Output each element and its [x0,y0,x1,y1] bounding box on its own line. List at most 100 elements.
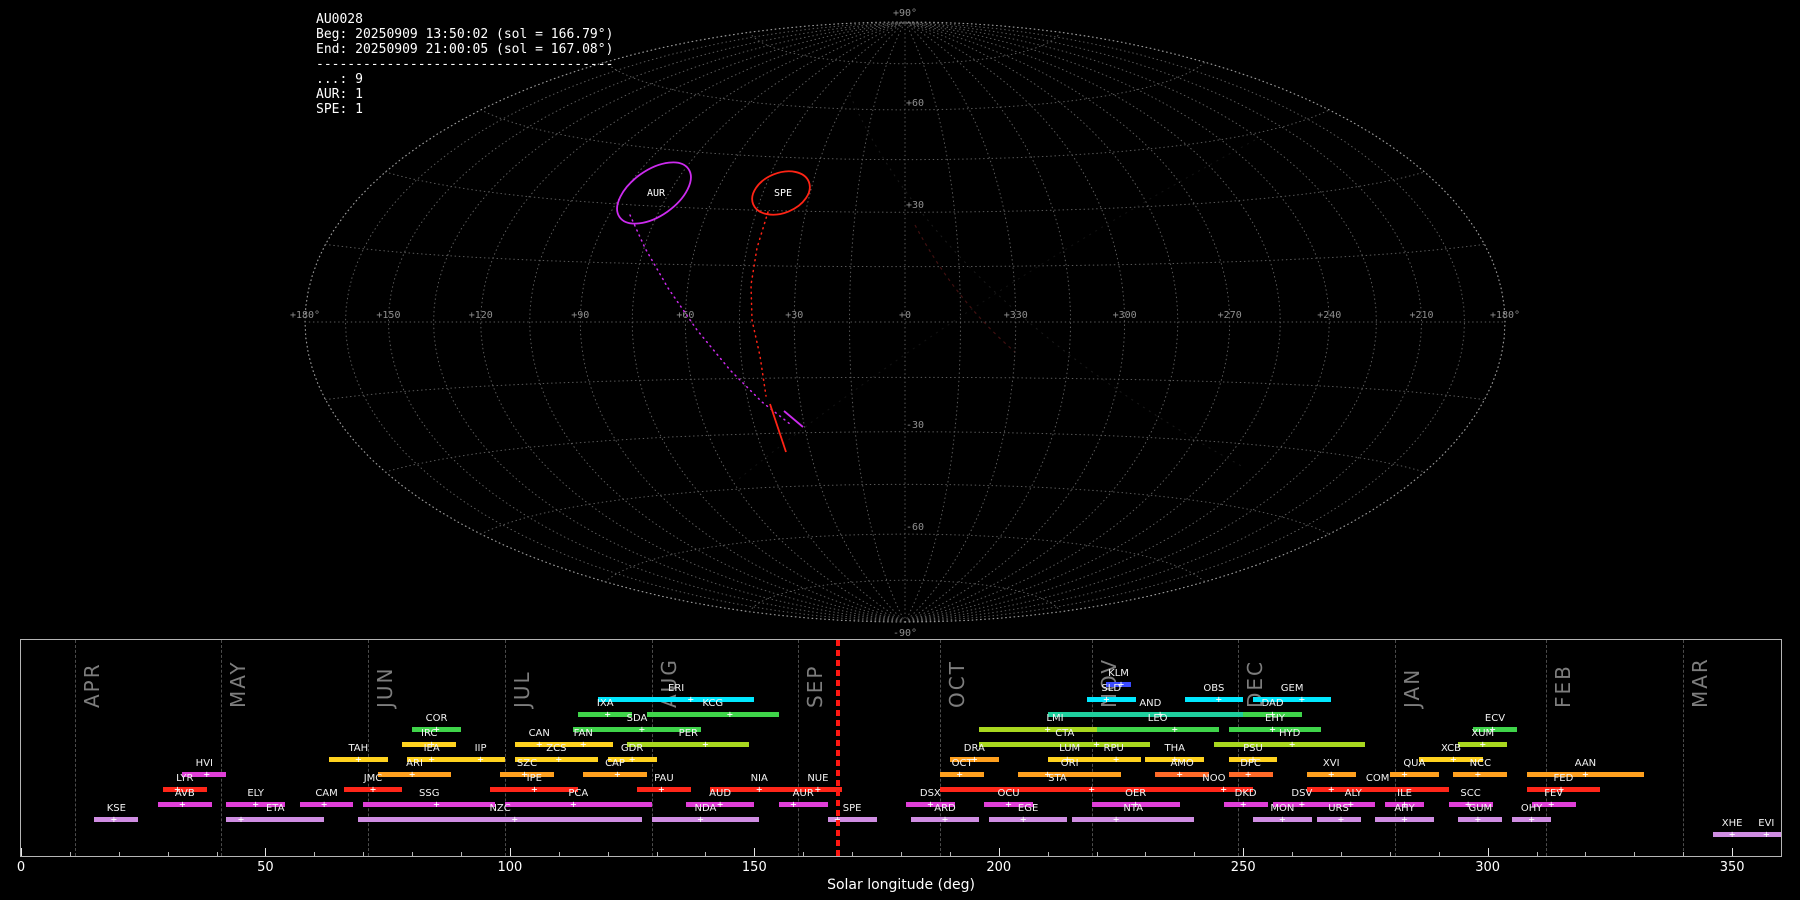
peak-marker-AVB: + [179,799,185,810]
peak-marker-CTA: + [1094,739,1100,750]
shower-label-SZC: SZC [517,758,537,769]
x-tick-label: 100 [497,860,522,875]
x-tick [1439,852,1440,856]
peak-marker-GEM: + [1299,694,1305,705]
peak-marker-QUA: + [1402,769,1408,780]
peak-marker-KCG: + [727,709,733,720]
peak-marker-IPE: + [531,784,537,795]
shower-label-AVB: AVB [175,788,195,799]
peak-marker-AMO: + [1177,769,1183,780]
peak-marker-GDR: + [629,754,635,765]
shower-label-XCB: XCB [1441,743,1461,754]
shower-label-IXA: IXA [597,698,614,709]
shower-label-AUR: AUR [793,788,814,799]
lat-label: +90° [893,8,917,19]
peak-marker-NZC: + [512,814,518,825]
shower-label-SSG: SSG [419,788,439,799]
peak-marker-ETA: + [238,814,244,825]
shower-label-LUM: LUM [1059,743,1080,754]
month-label-JUN: JUN [373,667,397,709]
shower-label-KCG: KCG [702,698,723,709]
x-tick-label: 200 [986,860,1011,875]
x-tick [705,852,706,856]
shower-label-OER: OER [1125,788,1146,799]
x-tick [1048,852,1049,856]
lat-label: -60 [906,522,924,533]
peak-marker-NIA: + [756,784,762,795]
shower-label-COM: COM [1366,773,1389,784]
shower-label-ZCS: ZCS [546,743,566,754]
shower-label-GUM: GUM [1468,803,1492,814]
info-line: AU0028 [316,12,613,27]
background-curve-red [915,225,1015,352]
month-label-FEB: FEB [1551,664,1575,708]
grid-meridian [905,22,1071,622]
peak-marker-OBS: + [1216,694,1222,705]
x-tick [559,852,560,856]
shower-label-OHY: OHY [1521,803,1543,814]
radiant-label-AUR: AUR [647,188,666,199]
radiant-label-SPE: SPE [774,188,792,199]
shower-label-GEM: GEM [1281,683,1304,694]
x-tick [1732,848,1733,856]
peak-marker-FAN: + [580,739,586,750]
peak-marker-PER: + [702,739,708,750]
shower-label-SLD: SLD [1101,683,1121,694]
shower-bar-EGE [989,817,1067,822]
shower-bar-ORI [1018,772,1121,777]
month-gridline-SEP [798,640,799,856]
x-tick-label: 250 [1231,860,1256,875]
meteor-radiant-report: +180°+150+120+90+60+30+0+330+300+270+240… [0,0,1800,900]
shower-label-AND: AND [1139,698,1161,709]
peak-marker-OCT: + [957,769,963,780]
shower-label-IRC: IRC [421,728,437,739]
shower-label-DSV: DSV [1291,788,1312,799]
peak-marker-SSG: + [434,799,440,810]
shower-label-EGE: EGE [1018,803,1038,814]
shower-label-CAN: CAN [529,728,550,739]
month-gridline-FEB [1546,640,1547,856]
shower-label-LEO: LEO [1148,713,1168,724]
peak-marker-FEV: + [1548,799,1554,810]
shower-label-SPE: SPE [843,803,862,814]
peak-marker-KSE: + [111,814,117,825]
shower-label-DAD: DAD [1262,698,1284,709]
x-tick [21,848,22,856]
shower-label-LMI: LMI [1046,713,1063,724]
x-tick [608,852,609,856]
peak-marker-AAN: + [1582,769,1588,780]
shower-label-SCC: SCC [1460,788,1480,799]
peak-marker-MON: + [1279,814,1285,825]
peak-marker-JMC: + [370,784,376,795]
shower-label-MON: MON [1270,803,1294,814]
peak-marker-DSX: + [927,799,933,810]
shower-label-HYD: HYD [1279,728,1300,739]
peak-marker-CAN: + [536,739,542,750]
lon-label: +300 [1113,310,1137,321]
shower-label-DPC: DPC [1240,758,1261,769]
shower-label-IPE: IPE [527,773,542,784]
shower-label-PSU: PSU [1243,743,1263,754]
shower-label-LYR: LYR [176,773,193,784]
shower-label-EHY: EHY [1265,713,1285,724]
grid-meridian [905,22,1422,622]
shower-label-AAN: AAN [1575,758,1596,769]
peak-marker-SDA: + [639,724,645,735]
shower-label-FEV: FEV [1544,788,1563,799]
x-tick [657,852,658,856]
x-tick-label: 300 [1475,860,1500,875]
shower-bar-ERI [598,697,754,702]
peak-marker-PAU: + [658,784,664,795]
month-gridline-APR [75,640,76,856]
month-gridline-AUG [652,640,653,856]
peak-marker-OHY: + [1529,814,1535,825]
lon-label: +60 [676,310,694,321]
shower-label-URS: URS [1328,803,1349,814]
info-panel: AU0028Beg: 20250909 13:50:02 (sol = 166.… [316,12,613,117]
lon-label: +180° [290,310,320,321]
shower-bar-OBS [1185,697,1244,702]
grid-parallel [325,377,1484,399]
shower-label-RPU: RPU [1104,743,1124,754]
shower-label-ARD: ARD [934,803,956,814]
lon-label: +240 [1317,310,1341,321]
